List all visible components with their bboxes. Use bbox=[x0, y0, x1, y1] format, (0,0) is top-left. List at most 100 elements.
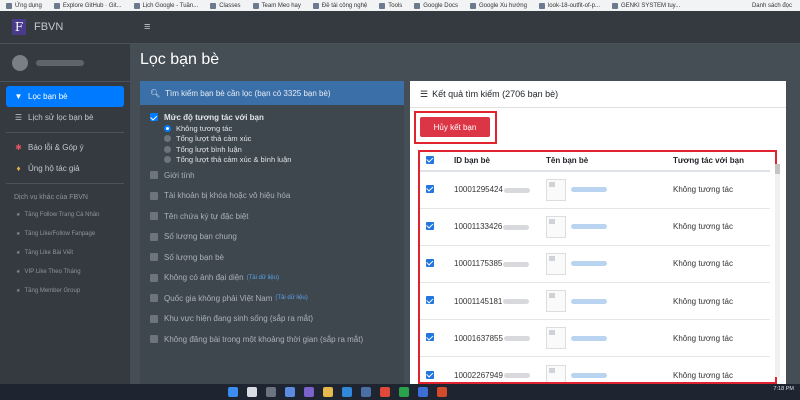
bookmark-item[interactable]: Explore GitHub · Git... bbox=[53, 2, 122, 9]
bookmark-icon bbox=[312, 2, 319, 9]
sidebar-item-filter-history[interactable]: ☰ Lịch sử lọc bạn bè bbox=[6, 107, 124, 128]
sidebar-item-label: Lịch sử lọc bạn bè bbox=[28, 113, 94, 122]
reading-list[interactable]: Danh sách đọc bbox=[752, 3, 792, 9]
task-view-icon[interactable] bbox=[266, 387, 276, 397]
filter-option[interactable]: Tên chứa ký tự đặc biệt bbox=[150, 206, 394, 227]
bookmark-item[interactable]: GENKI SYSTEM tuy... bbox=[612, 2, 681, 9]
filter-option[interactable]: Không có ảnh đại diện (Tải dữ liệu) bbox=[150, 268, 394, 289]
filter-checkbox[interactable] bbox=[150, 294, 158, 303]
menu-toggle-icon[interactable]: ≡ bbox=[144, 21, 150, 33]
filter-option[interactable]: Khu vực hiện đang sinh sống (sắp ra mắt) bbox=[150, 309, 394, 330]
interaction-radio[interactable]: Không tương tác bbox=[164, 123, 394, 134]
radio-button[interactable] bbox=[164, 156, 171, 164]
bookmark-item[interactable]: Google Docs bbox=[414, 2, 458, 9]
sidebar-item-label: Ủng hộ tác giả bbox=[28, 164, 80, 173]
gift-icon: ♦ bbox=[16, 164, 21, 173]
bookmark-label: Explore GitHub · Git... bbox=[62, 2, 122, 9]
filter-option[interactable]: Quốc gia không phải Việt Nam (Tải dữ liệu… bbox=[150, 288, 394, 309]
bookmark-label: Đề tài công nghệ bbox=[321, 2, 368, 9]
filter-checkbox[interactable] bbox=[150, 232, 158, 241]
windows-start-icon[interactable] bbox=[228, 387, 238, 397]
radio-label: Tổng lượt bình luận bbox=[176, 144, 242, 154]
filter-option[interactable]: Tài khoản bị khóa hoặc vô hiệu hóa bbox=[150, 186, 394, 207]
bookmark-item[interactable]: Google Xu hướng bbox=[469, 2, 527, 9]
bookmark-icon bbox=[210, 2, 217, 9]
bookmark-item[interactable]: Lịch Google - Tuần... bbox=[133, 2, 198, 9]
filter-checkbox[interactable] bbox=[150, 113, 158, 121]
table-scrollbar[interactable] bbox=[775, 164, 780, 377]
sidebar-item-label: Tăng Like/Follow Fanpage bbox=[24, 230, 96, 237]
filter-card: 🔍︎ Tìm kiếm bạn bè cần lọc (bạn có 3325 … bbox=[140, 81, 404, 384]
bookmark-item[interactable]: Team Meo hay bbox=[252, 2, 301, 9]
brand[interactable]: F FBVN bbox=[0, 11, 130, 44]
bookmark-item[interactable]: Ứng dụng bbox=[6, 2, 42, 9]
divider bbox=[6, 132, 124, 133]
results-count: Kết quả tìm kiếm (2706 bạn bè) bbox=[432, 89, 559, 99]
word-icon[interactable] bbox=[418, 387, 428, 397]
interaction-radio[interactable]: Tổng lượt thả cảm xúc & bình luận bbox=[164, 155, 394, 166]
scrollbar-thumb[interactable] bbox=[775, 164, 780, 174]
bookmark-item[interactable]: look-18-outfit-of-p... bbox=[538, 2, 600, 9]
brand-logo: F bbox=[12, 19, 26, 35]
user-panel[interactable] bbox=[0, 44, 130, 82]
edge-icon[interactable] bbox=[342, 387, 352, 397]
bookmark-icon bbox=[414, 2, 421, 9]
bug-icon: ✱ bbox=[15, 143, 22, 152]
sidebar-item-service[interactable]: ★ Tăng Follow Trang Cá Nhân bbox=[6, 205, 124, 224]
filter-checkbox[interactable] bbox=[150, 273, 158, 282]
sidebar-item-service[interactable]: ★ Tăng Member Group bbox=[6, 281, 124, 300]
interaction-radio[interactable]: Tổng lượt thả cảm xúc bbox=[164, 134, 394, 145]
filter-checkbox[interactable] bbox=[150, 171, 158, 180]
sidebar-item-service[interactable]: ★ Tăng Like Bài Viết bbox=[6, 243, 124, 262]
bookmark-item[interactable]: Classes bbox=[210, 2, 241, 9]
bookmark-label: Classes bbox=[219, 2, 241, 9]
results-card: ☰ Kết quả tìm kiếm (2706 bạn bè) Hủy kết… bbox=[410, 81, 786, 384]
search-icon[interactable] bbox=[247, 387, 257, 397]
bookmark-label: GENKI SYSTEM tuy... bbox=[621, 2, 681, 9]
widgets-icon[interactable] bbox=[285, 387, 295, 397]
chat-icon[interactable] bbox=[304, 387, 314, 397]
filter-option[interactable]: Mức độ tương tác với bạn bbox=[150, 111, 394, 123]
sidebar-item-service[interactable]: ★ VIP Like Theo Tháng bbox=[6, 262, 124, 281]
sidebar-item-service[interactable]: ★ Tăng Like/Follow Fanpage bbox=[6, 224, 124, 243]
filter-checkbox[interactable] bbox=[150, 212, 158, 221]
load-data-link[interactable]: (Tải dữ liệu) bbox=[247, 275, 279, 281]
bookmarks-bar: Ứng dụng Explore GitHub · Git... Lịch Goog… bbox=[0, 0, 800, 11]
sidebar-item-report-bug[interactable]: ✱ Báo lỗi & Góp ý bbox=[6, 137, 124, 158]
sidebar-item-filter-friends[interactable]: ▼ Lọc bạn bè bbox=[6, 86, 124, 107]
windows-taskbar: 7:18 PM bbox=[0, 384, 800, 400]
chrome-icon[interactable] bbox=[380, 387, 390, 397]
bookmark-label: Google Docs bbox=[423, 2, 458, 9]
app-icon[interactable] bbox=[399, 387, 409, 397]
load-data-link[interactable]: (Tải dữ liệu) bbox=[275, 295, 307, 301]
bookmark-label: look-18-outfit-of-p... bbox=[547, 2, 600, 9]
bookmark-item[interactable]: Tools bbox=[379, 2, 402, 9]
filter-option[interactable]: Số lượng bạn chung bbox=[150, 227, 394, 248]
sidebar-item-donate[interactable]: ♦ Ủng hộ tác giả bbox=[6, 158, 124, 179]
radio-button[interactable] bbox=[164, 145, 171, 153]
filter-option[interactable]: Giới tính bbox=[150, 165, 394, 186]
filter-checkbox[interactable] bbox=[150, 335, 158, 344]
radio-button[interactable] bbox=[164, 135, 171, 143]
clock[interactable]: 7:18 PM bbox=[774, 386, 794, 392]
filter-checkbox[interactable] bbox=[150, 253, 158, 262]
file-explorer-icon[interactable] bbox=[323, 387, 333, 397]
sidebar-item-label: Tăng Member Group bbox=[24, 287, 81, 294]
filter-option[interactable]: Không đăng bài trong một khoảng thời gia… bbox=[150, 329, 394, 350]
results-header: ☰ Kết quả tìm kiếm (2706 bạn bè) bbox=[410, 81, 786, 108]
filter-checkbox[interactable] bbox=[150, 314, 158, 323]
filter-card-header[interactable]: 🔍︎ Tìm kiếm bạn bè cần lọc (bạn có 3325 … bbox=[140, 81, 404, 105]
store-icon[interactable] bbox=[361, 387, 371, 397]
bookmark-icon bbox=[612, 2, 618, 9]
radio-button[interactable] bbox=[164, 124, 171, 132]
powerpoint-icon[interactable] bbox=[437, 387, 447, 397]
bookmark-icon bbox=[6, 2, 12, 9]
interaction-radio[interactable]: Tổng lượt bình luận bbox=[164, 144, 394, 155]
sidebar-item-label: VIP Like Theo Tháng bbox=[24, 268, 81, 275]
main-content: ≡ Lọc bạn bè 🔍︎ Tìm kiếm bạn bè cần lọc … bbox=[130, 11, 800, 384]
filter-option[interactable]: Số lượng bạn bè bbox=[150, 247, 394, 268]
unfriend-button[interactable]: Hủy kết bạn bbox=[420, 117, 490, 137]
filter-checkbox[interactable] bbox=[150, 191, 158, 200]
bookmark-item[interactable]: Đề tài công nghệ bbox=[312, 2, 368, 9]
star-icon: ★ bbox=[16, 249, 21, 256]
